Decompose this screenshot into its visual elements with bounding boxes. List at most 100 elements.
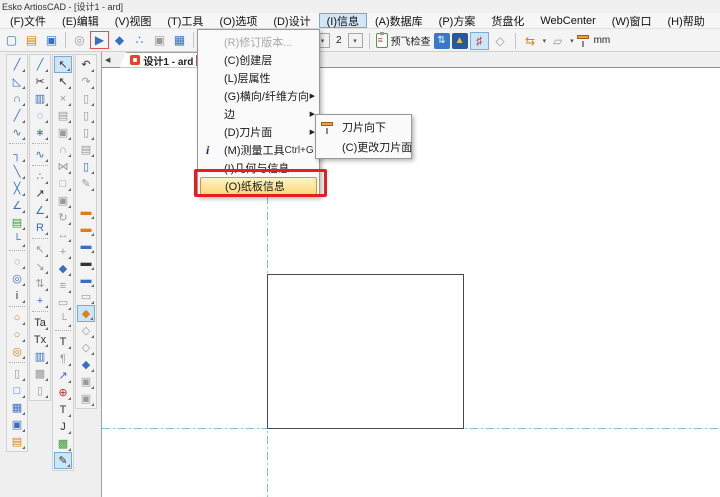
dimension-target-tool[interactable]: ⊕: [54, 384, 72, 401]
curve-tool[interactable]: ∿: [8, 124, 26, 141]
point-set-icon[interactable]: ∴: [130, 31, 149, 49]
clipboard-copy-tool[interactable]: ▤: [8, 433, 26, 450]
layers-tool[interactable]: ▤: [54, 107, 72, 124]
doc-edit-tool[interactable]: ✎: [77, 175, 95, 192]
select-tool[interactable]: ↖: [54, 56, 72, 73]
card-move-tool[interactable]: ▬: [77, 271, 95, 288]
stretch-copy-tool[interactable]: ↘: [31, 258, 49, 275]
corner-radius-tool[interactable]: ┐: [8, 146, 26, 163]
swap-direction-icon[interactable]: ⇆: [521, 32, 540, 50]
delete-tool[interactable]: ×: [54, 90, 72, 107]
trim-tool[interactable]: ✂: [31, 73, 49, 90]
grid-snap-icon[interactable]: ♯: [470, 32, 489, 50]
menu-item-side[interactable]: 边 ▶: [198, 105, 319, 123]
pointer-mode-icon[interactable]: ▶: [90, 31, 109, 49]
stretch-tool[interactable]: ↖: [31, 241, 49, 258]
multi-select-tool[interactable]: ↖: [54, 73, 72, 90]
swap-direction-icon-caret[interactable]: ▾: [543, 37, 547, 45]
arc-tool[interactable]: ∩: [8, 90, 26, 107]
open-design-icon[interactable]: ▤: [22, 31, 41, 49]
undo-tool[interactable]: ↶: [77, 56, 95, 73]
menu-item-create-layer[interactable]: (C)创建层: [198, 51, 319, 69]
overlap-squares-tool-2[interactable]: ▣: [77, 390, 95, 407]
line-tool[interactable]: ╱: [8, 107, 26, 124]
menu-view[interactable]: (V)视图: [107, 13, 160, 28]
rotate-guide-tool[interactable]: ◌: [8, 253, 26, 270]
menu-info[interactable]: (I)信息: [319, 13, 367, 28]
bucket-blue-tool[interactable]: ◆: [77, 356, 95, 373]
mirror-tool[interactable]: ↔: [54, 226, 72, 243]
overlap-squares-tool[interactable]: ▣: [77, 373, 95, 390]
stamp-check-icon[interactable]: ▲: [452, 33, 468, 49]
fill-bucket-tool[interactable]: ◆: [77, 305, 95, 322]
group-tool[interactable]: ▣: [54, 192, 72, 209]
redo-tool[interactable]: ↷: [77, 73, 95, 90]
marquee-tool[interactable]: ▭: [54, 294, 72, 311]
doc-new-tool[interactable]: ▯: [77, 158, 95, 175]
card-add-tool[interactable]: ▬: [77, 220, 95, 237]
menu-item-geometry-info[interactable]: (I)几何与信息: [198, 159, 319, 177]
menu-tools[interactable]: (T)工具: [159, 13, 211, 28]
card-dark-tool[interactable]: ▬: [77, 254, 95, 271]
bucket-gray-tool[interactable]: ◇: [77, 322, 95, 339]
intersect-tool[interactable]: ╳: [8, 180, 26, 197]
small-text-tool[interactable]: T: [54, 401, 72, 418]
bridge-tool[interactable]: ▥: [31, 348, 49, 365]
ray-tool[interactable]: ∗: [31, 124, 49, 141]
text-entry-tool[interactable]: Tx: [31, 331, 49, 348]
menu-window[interactable]: (W)窗口: [604, 13, 660, 28]
flip-tool[interactable]: ⋈: [54, 158, 72, 175]
extrude-cube-icon[interactable]: ◆: [110, 31, 129, 49]
bucket-tag-tool[interactable]: ◇: [77, 339, 95, 356]
sheet-tool[interactable]: ▯: [8, 365, 26, 382]
menu-options[interactable]: (O)选项: [211, 13, 265, 28]
new-workspace-icon[interactable]: ▢: [2, 31, 21, 49]
menu-scheme[interactable]: (P)方案: [431, 13, 484, 28]
menu-edit[interactable]: (E)编辑: [54, 13, 107, 28]
protractor-tool[interactable]: ◺: [8, 73, 26, 90]
copies-stack-tool[interactable]: ≡: [54, 277, 72, 294]
rotate-tool[interactable]: ◎: [8, 270, 26, 287]
page-tool[interactable]: ▯: [31, 382, 49, 399]
extrude-3d-tool[interactable]: ◆: [54, 260, 72, 277]
move-point-tool[interactable]: +: [31, 292, 49, 309]
blade-down-indicator-icon[interactable]: [576, 33, 591, 48]
layer-up-down-icon[interactable]: ⇅: [434, 33, 450, 49]
tab-scroll-left-icon[interactable]: ◀: [102, 56, 113, 64]
pencil-tool[interactable]: ✎: [54, 452, 72, 469]
menu-webcenter[interactable]: WebCenter: [532, 13, 603, 28]
rect-tool[interactable]: □: [8, 382, 26, 399]
menu-palletization[interactable]: 货盘化: [483, 13, 532, 28]
menu-item-blade-face[interactable]: (D)刀片面 ▶: [198, 123, 319, 141]
copy-tool[interactable]: ▣: [54, 124, 72, 141]
design-rectangle[interactable]: [268, 275, 464, 429]
radius-arc-tool[interactable]: R: [31, 219, 49, 236]
dotted-circle-tool[interactable]: ◌: [31, 107, 49, 124]
paragraph-tool[interactable]: ¶: [54, 350, 72, 367]
connect-points-tool[interactable]: ∴: [31, 168, 49, 185]
doc-remove-tool[interactable]: ▯: [77, 124, 95, 141]
doc-add-tool[interactable]: ▯: [77, 107, 95, 124]
doc-settings-tool[interactable]: ▯: [77, 90, 95, 107]
italic-text-tool[interactable]: J: [54, 418, 72, 435]
ring-tool-medium[interactable]: ○: [8, 326, 26, 343]
chamfer-tool[interactable]: ∠: [8, 197, 26, 214]
card-split-tool[interactable]: ▭: [77, 288, 95, 305]
multi-panel-tool[interactable]: ▦: [8, 399, 26, 416]
disabled-mode-icon[interactable]: ▣: [150, 31, 169, 49]
save-icon[interactable]: ▣: [42, 31, 61, 49]
rect-star-tool[interactable]: ▣: [8, 416, 26, 433]
submenu-item-change-blade-face[interactable]: (C)更改刀片面: [316, 137, 411, 157]
submenu-item-blade-down[interactable]: 刀片向下: [316, 117, 411, 137]
stretch-poly-tool[interactable]: ⇅: [31, 275, 49, 292]
print-tool[interactable]: ▤: [77, 141, 95, 158]
menu-database[interactable]: (A)数据库: [367, 13, 431, 28]
preflight-icon[interactable]: [376, 33, 388, 48]
resize-tool[interactable]: □: [54, 175, 72, 192]
fence-tool[interactable]: ▥: [31, 90, 49, 107]
menu-item-grain-direction[interactable]: (G)横向/纤维方向 ▶: [198, 87, 319, 105]
fillet-tool[interactable]: ∩: [54, 141, 72, 158]
move-arrow-tool[interactable]: ↗: [31, 185, 49, 202]
view-mode-icon[interactable]: ▱: [548, 32, 567, 50]
menu-item-board-info[interactable]: (O)纸板信息: [200, 177, 317, 195]
